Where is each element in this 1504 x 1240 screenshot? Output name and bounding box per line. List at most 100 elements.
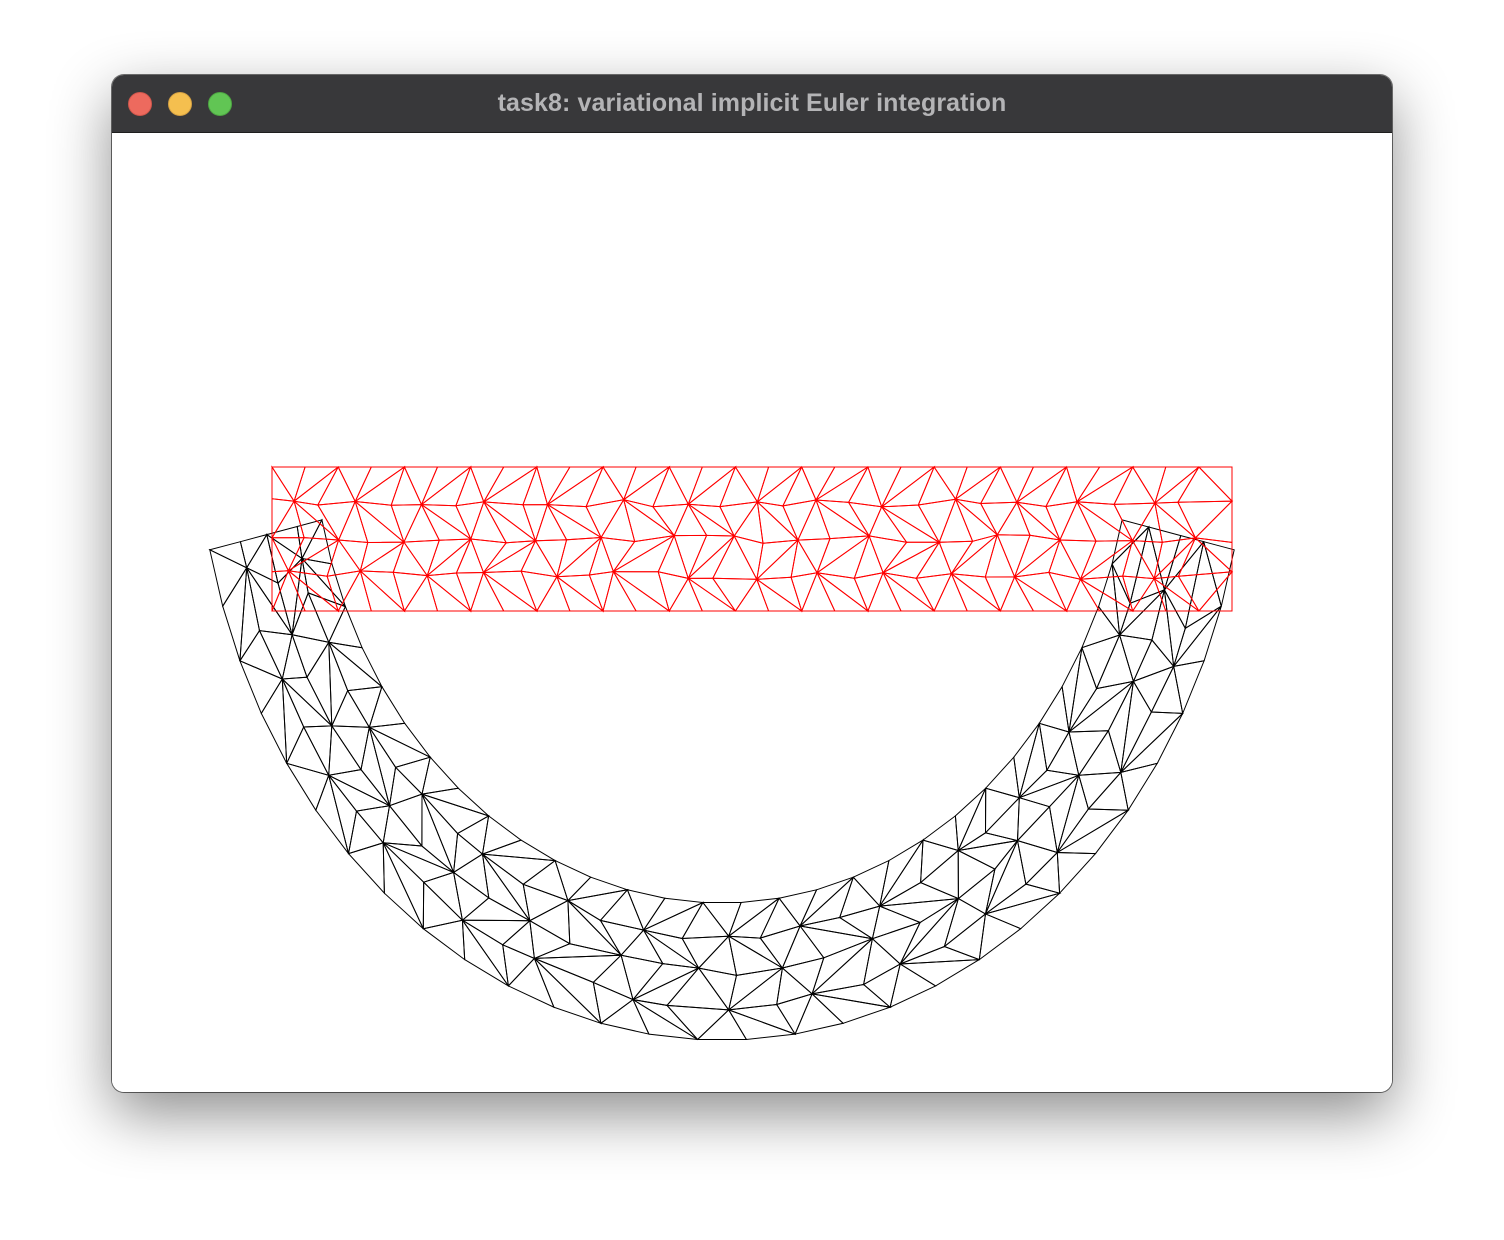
render-canvas[interactable] [112, 133, 1392, 1092]
rest-mesh-triangle [1013, 534, 1062, 579]
rest-mesh-triangle [588, 570, 615, 613]
rest-mesh-triangle [1075, 465, 1134, 505]
deformed-mesh-triangle [681, 935, 730, 969]
deformed-mesh-triangle [1056, 773, 1089, 853]
rest-mesh-triangle [938, 540, 974, 575]
rest-mesh-triangle [534, 503, 568, 542]
rest-mesh-triangle [612, 571, 671, 612]
deformed-mesh-triangle [889, 963, 937, 1009]
deformed-mesh-triangle [983, 892, 1060, 930]
deformed-mesh-triangle [957, 867, 996, 915]
rest-mesh-triangle [455, 501, 485, 541]
rest-mesh-triangle [469, 571, 505, 612]
deformed-mesh-triangle [367, 722, 431, 758]
title-bar[interactable]: task8: variational implicit Euler integr… [112, 75, 1392, 133]
deformed-mesh-triangle [1172, 605, 1222, 668]
rest-mesh-triangle [455, 571, 485, 613]
deformed-mesh-triangle [394, 756, 431, 796]
rest-mesh-triangle [292, 466, 339, 506]
rest-mesh-triangle [271, 465, 296, 502]
deformed-mesh-triangle [421, 787, 489, 817]
rest-mesh-triangle [790, 538, 818, 578]
rest-mesh-triangle [882, 572, 936, 612]
rest-mesh-triangle [933, 572, 968, 612]
rest-mesh-triangle [611, 534, 676, 573]
deformed-mesh-triangle [1013, 722, 1040, 798]
deformed-mesh-triangle [315, 773, 349, 854]
rest-mesh-triangle [470, 500, 508, 544]
window-title: task8: variational implicit Euler integr… [497, 89, 1007, 117]
deformed-mesh-triangle [957, 849, 996, 900]
deformed-mesh-triangle [1016, 839, 1059, 886]
deformed-mesh-triangle [599, 888, 645, 931]
rest-mesh-triangle [470, 538, 508, 574]
deformed-mesh-triangle [727, 897, 780, 939]
deformed-mesh-triangle [260, 677, 288, 764]
deformed-mesh-triangle [620, 929, 664, 965]
rest-mesh-triangle [522, 465, 549, 506]
rest-mesh-triangle [853, 572, 884, 613]
deformed-mesh-triangle [302, 725, 333, 778]
rest-mesh-triangle [546, 503, 603, 541]
rest-mesh-triangle [815, 498, 871, 540]
deformed-mesh-triangle [1119, 713, 1184, 774]
deformed-mesh-triangle [1132, 665, 1175, 714]
rest-mesh-triangle [337, 466, 373, 503]
deformed-mesh-triangle [456, 814, 490, 856]
deformed-mesh-triangle [759, 925, 801, 970]
deformed-mesh-triangle [642, 897, 705, 932]
deformed-mesh-triangle [696, 1009, 748, 1040]
rest-mesh-triangle [1045, 501, 1078, 542]
deformed-mesh-triangle [631, 967, 700, 1006]
rest-mesh-triangle [1177, 537, 1234, 577]
deformed-mesh-triangle [239, 629, 284, 680]
deformed-mesh-triangle [781, 925, 825, 969]
deformed-mesh-triangle [1081, 634, 1121, 690]
rest-mesh-triangle [814, 466, 869, 503]
rest-mesh-triangle [1131, 501, 1163, 543]
deformed-mesh-triangle [346, 686, 383, 729]
rest-mesh-triangle [1059, 500, 1097, 542]
rest-mesh-triangle [917, 498, 957, 544]
deformed-mesh-triangle [1120, 762, 1159, 812]
deformed-mesh-triangle [422, 919, 466, 961]
rest-mesh-triangle [293, 499, 341, 541]
deformed-mesh-triangle [502, 943, 536, 988]
deformed-mesh-triangle [347, 842, 385, 895]
deformed-mesh-triangle [238, 659, 284, 715]
rest-mesh-triangle [917, 465, 957, 506]
deformed-mesh-triangle [1077, 729, 1122, 776]
rest-mesh-triangle [1048, 571, 1082, 613]
rest-mesh-triangle [687, 503, 736, 537]
deformed-mesh-triangle [281, 632, 308, 680]
rest-mesh-triangle [673, 534, 708, 580]
deformed-mesh-triangle [592, 981, 634, 1025]
rest-mesh-triangle [483, 501, 537, 544]
rest-mesh-triangle [782, 465, 817, 507]
rest-mesh-triangle [1122, 539, 1156, 580]
app-window: task8: variational implicit Euler integr… [112, 75, 1392, 1092]
deformed-mesh-triangle [1068, 730, 1110, 777]
deformed-mesh-triangle [368, 685, 406, 728]
rest-mesh-triangle [711, 577, 758, 612]
deformed-mesh-triangle [281, 678, 334, 728]
rest-mesh-triangle [403, 503, 441, 543]
deformed-mesh-triangle [871, 921, 922, 965]
rest-mesh-triangle [1152, 537, 1196, 580]
deformed-mesh-triangle [285, 725, 330, 777]
deformed-mesh-triangle [665, 967, 730, 1011]
rest-mesh-triangle [652, 465, 690, 508]
deformed-mesh-triangle [566, 876, 630, 902]
rest-mesh-triangle [1113, 465, 1156, 505]
deformed-mesh-triangle [501, 919, 536, 960]
rest-mesh-triangle [954, 466, 1001, 505]
rest-mesh-triangle [1177, 466, 1234, 503]
deformed-mesh-triangle [1018, 769, 1081, 799]
deformed-mesh-triangle [452, 832, 484, 874]
deformed-mesh-triangle [1038, 685, 1070, 733]
deformed-mesh-triangle [567, 899, 623, 957]
deformed-mesh-triangle [355, 805, 391, 844]
deformed-mesh-triangle [1068, 647, 1098, 733]
rest-mesh-triangle [1113, 502, 1156, 542]
deformed-mesh-triangle [919, 849, 959, 900]
